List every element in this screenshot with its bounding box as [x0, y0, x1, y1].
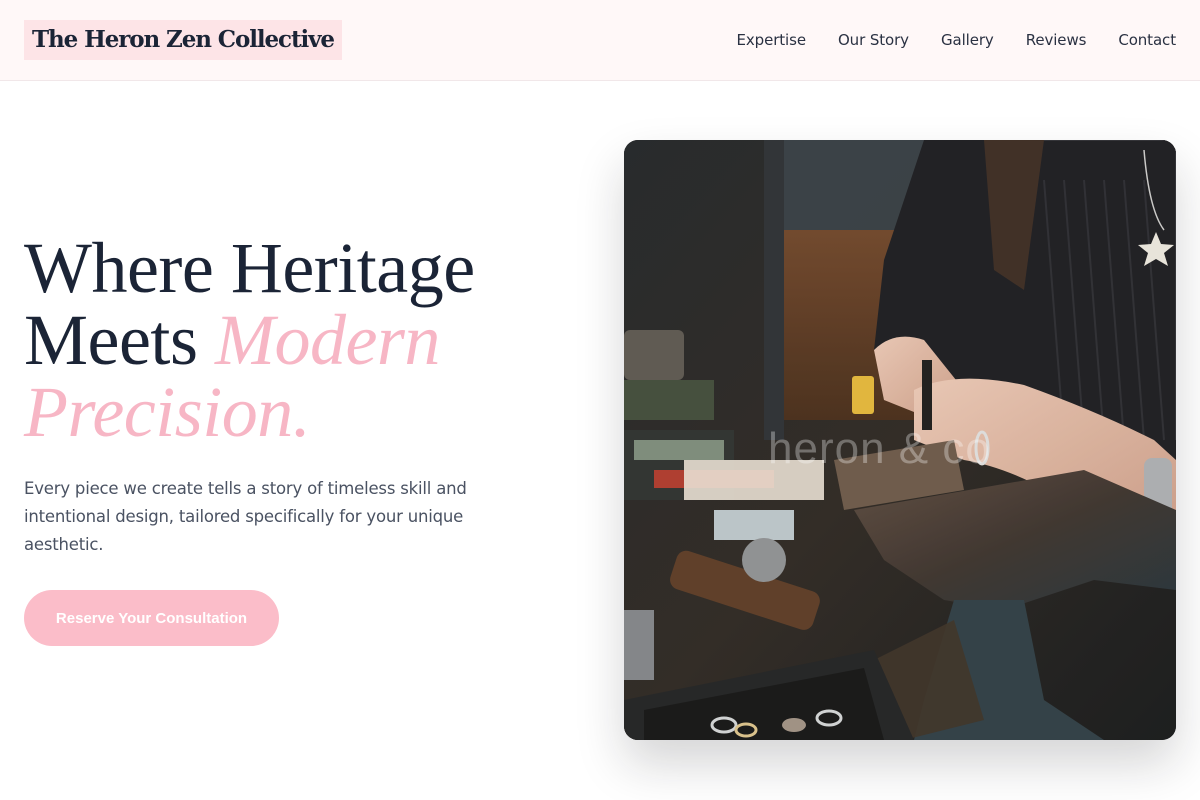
nav-link-our-story[interactable]: Our Story: [838, 31, 909, 49]
nav-link-contact[interactable]: Contact: [1118, 31, 1176, 49]
hero-title-line2: Meets: [24, 300, 215, 380]
site-header: The Heron Zen Collective Expertise Our S…: [0, 0, 1200, 81]
nav-link-reviews[interactable]: Reviews: [1026, 31, 1087, 49]
main-nav: Expertise Our Story Gallery Reviews Cont…: [737, 31, 1177, 49]
hero-title-line1: Where Heritage: [24, 228, 475, 308]
hero-title-accent-precision: Precision.: [24, 372, 311, 452]
nav-link-expertise[interactable]: Expertise: [737, 31, 807, 49]
reserve-consultation-button[interactable]: Reserve Your Consultation: [24, 590, 279, 646]
brand-logo[interactable]: The Heron Zen Collective: [24, 20, 342, 60]
workshop-illustration: [624, 140, 1176, 740]
hero-description: Every piece we create tells a story of t…: [24, 479, 467, 554]
hero-title: Where Heritage Meets Modern Precision.: [24, 232, 475, 448]
hero-title-accent-modern: Modern: [214, 300, 440, 380]
nav-link-gallery[interactable]: Gallery: [941, 31, 994, 49]
hero-image: heron & co: [624, 140, 1176, 740]
